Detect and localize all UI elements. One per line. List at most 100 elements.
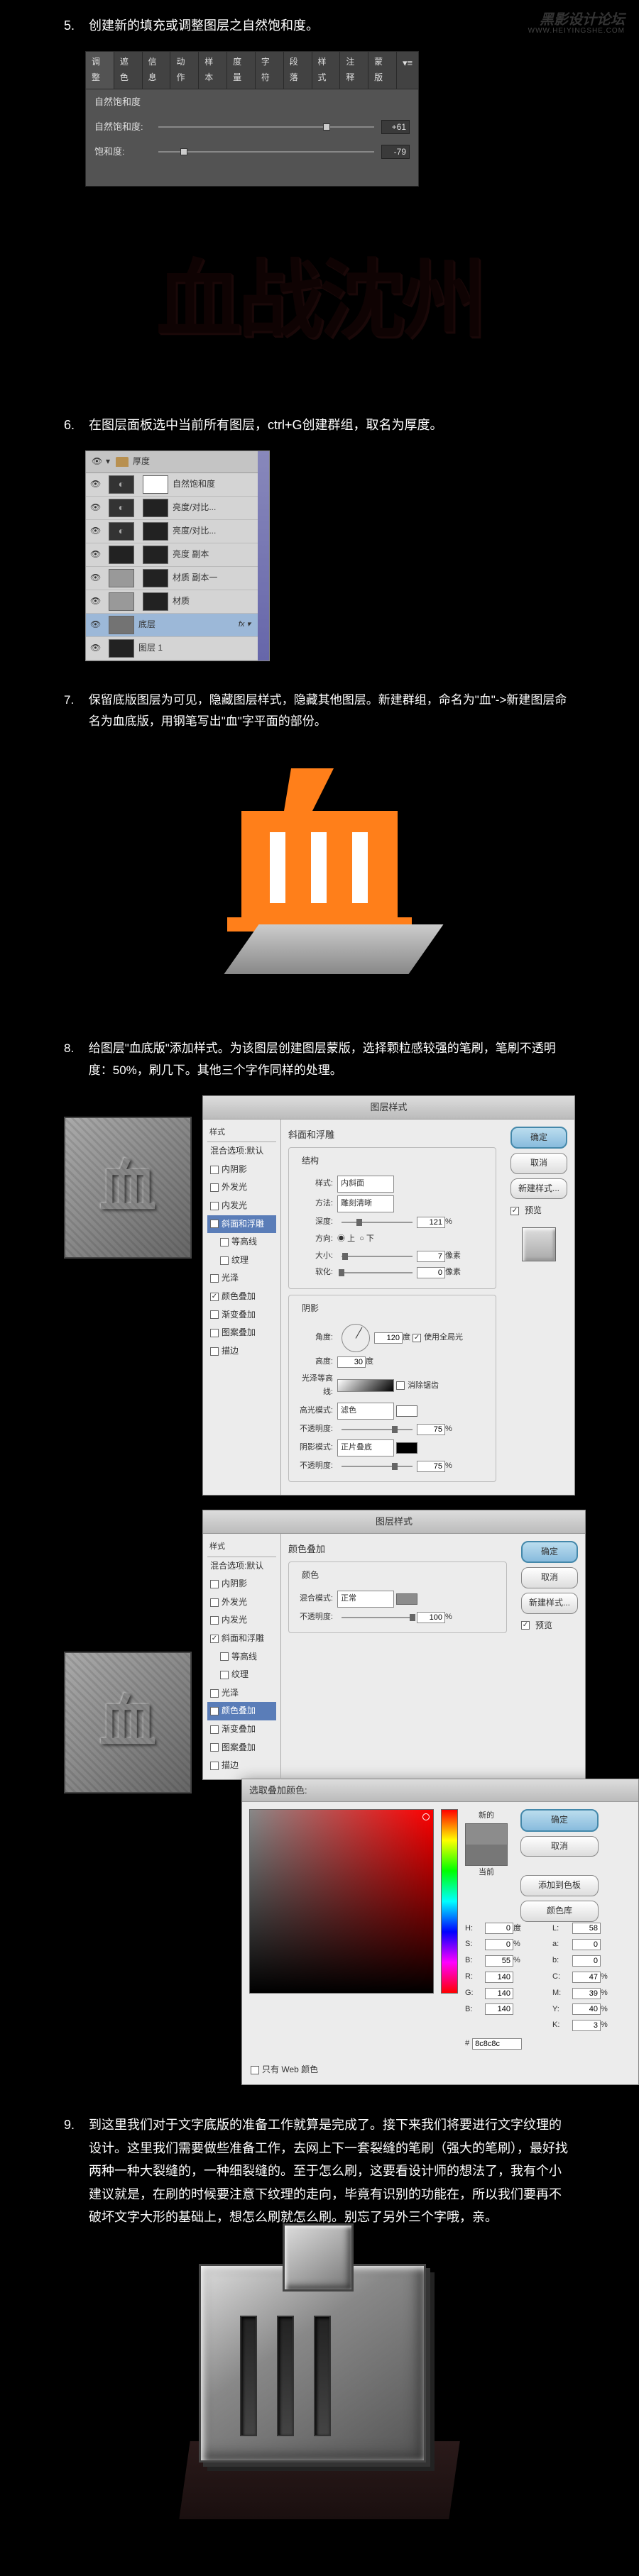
visibility-icon[interactable]: 👁 [90, 524, 104, 539]
tab-mask[interactable]: 遮色 [114, 52, 143, 88]
blend-options[interactable]: 混合选项:默认 [207, 1142, 276, 1161]
shadow-opacity-value[interactable] [417, 1461, 445, 1472]
highlight-opacity-value[interactable] [417, 1424, 445, 1435]
saturation-value[interactable] [381, 145, 410, 159]
highlight-color-chip[interactable] [396, 1405, 417, 1417]
blend-options[interactable]: 混合选项:默认 [207, 1557, 276, 1576]
overlay-color-chip[interactable] [396, 1593, 417, 1605]
opt-stroke[interactable]: 描边 [207, 1757, 276, 1775]
angle-dial[interactable] [342, 1324, 370, 1352]
tab-sample[interactable]: 样本 [199, 52, 227, 88]
altitude-value[interactable] [337, 1356, 366, 1368]
visibility-icon[interactable]: 👁 [90, 594, 104, 609]
new-style-button[interactable]: 新建样式... [521, 1593, 578, 1614]
visibility-icon[interactable]: 👁 [90, 617, 104, 633]
picker-ok-button[interactable]: 确定 [520, 1809, 599, 1832]
layer-group-row[interactable]: 👁 ▾ 厚度 [86, 451, 258, 473]
h-input[interactable] [485, 1923, 513, 1934]
c-input[interactable] [572, 1972, 601, 1983]
opt-satin[interactable]: 光泽 [207, 1269, 276, 1288]
dir-up-radio[interactable]: ◉ 上 [337, 1232, 355, 1246]
opt-color-overlay[interactable]: ✓颜色叠加 [207, 1288, 276, 1306]
tab-measure[interactable]: 度量 [227, 52, 256, 88]
soften-slider[interactable] [342, 1272, 413, 1273]
visibility-icon[interactable]: 👁 [90, 477, 104, 492]
style-select[interactable]: 内斜面 [337, 1176, 394, 1193]
vibrance-slider[interactable] [158, 126, 374, 128]
depth-value[interactable] [417, 1217, 445, 1228]
tab-actions[interactable]: 动作 [170, 52, 199, 88]
layer-row[interactable]: 👁图层 1 [86, 637, 258, 660]
ok-button[interactable]: 确定 [521, 1541, 578, 1564]
preview-checkbox[interactable]: ✓ [510, 1207, 519, 1215]
tab-char[interactable]: 字符 [256, 52, 284, 88]
opt-pattern-overlay[interactable]: 图案叠加 [207, 1324, 276, 1342]
visibility-icon[interactable]: 👁 [90, 641, 104, 656]
panel-menu-icon[interactable]: ▾≡ [397, 52, 418, 88]
opt-outer-glow[interactable]: 外发光 [207, 1178, 276, 1197]
antialias-checkbox[interactable] [396, 1381, 405, 1390]
shadow-opacity-slider[interactable] [342, 1466, 413, 1467]
tab-info[interactable]: 信息 [143, 52, 171, 88]
angle-value[interactable] [374, 1332, 403, 1344]
l-input[interactable] [572, 1923, 601, 1934]
cancel-button[interactable]: 取消 [510, 1153, 567, 1174]
global-light-checkbox[interactable]: ✓ [413, 1334, 421, 1342]
opt-texture[interactable]: 纹理 [207, 1251, 276, 1270]
opt-inner-glow[interactable]: 内发光 [207, 1611, 276, 1630]
opt-contour[interactable]: 等高线 [207, 1233, 276, 1251]
color-field[interactable] [249, 1809, 434, 1994]
layer-row[interactable]: 👁底层fx ▾ [86, 614, 258, 637]
cancel-button[interactable]: 取消 [521, 1567, 578, 1588]
ok-button[interactable]: 确定 [510, 1127, 567, 1149]
soften-value[interactable] [417, 1267, 445, 1278]
highlight-opacity-slider[interactable] [342, 1429, 413, 1430]
layer-row[interactable]: 👁亮度 副本 [86, 543, 258, 567]
b-rgb-input[interactable] [485, 2003, 513, 2015]
preview-checkbox[interactable]: ✓ [521, 1621, 530, 1630]
saturation-slider[interactable] [158, 151, 374, 153]
overlay-opacity-slider[interactable] [342, 1617, 413, 1618]
layer-row[interactable]: 👁◐亮度/对比... [86, 497, 258, 520]
shadow-mode-select[interactable]: 正片叠底 [337, 1439, 394, 1456]
vibrance-value[interactable] [381, 120, 410, 134]
opt-pattern-overlay[interactable]: 图案叠加 [207, 1739, 276, 1757]
tab-adjust[interactable]: 调整 [86, 52, 114, 88]
opt-outer-glow[interactable]: 外发光 [207, 1593, 276, 1612]
color-libraries-button[interactable]: 颜色库 [520, 1901, 599, 1922]
opt-stroke[interactable]: 描边 [207, 1342, 276, 1361]
visibility-icon[interactable]: 👁 [92, 454, 106, 470]
layer-row[interactable]: 👁◐自然饱和度 [86, 473, 258, 497]
opt-bevel[interactable]: ✓斜面和浮雕 [207, 1215, 276, 1234]
size-value[interactable] [417, 1251, 445, 1262]
a-input[interactable] [572, 1939, 601, 1950]
highlight-mode-select[interactable]: 滤色 [337, 1403, 394, 1420]
hex-input[interactable] [472, 2038, 522, 2050]
shadow-color-chip[interactable] [396, 1442, 417, 1454]
opt-contour[interactable]: 等高线 [207, 1648, 276, 1666]
add-to-swatches-button[interactable]: 添加到色板 [520, 1875, 599, 1896]
picker-cancel-button[interactable]: 取消 [520, 1836, 599, 1857]
r-input[interactable] [485, 1972, 513, 1983]
dir-down-radio[interactable]: ○ 下 [359, 1232, 374, 1246]
tab-para[interactable]: 段落 [284, 52, 312, 88]
tab-maskpanel[interactable]: 蒙版 [368, 52, 397, 88]
layer-row[interactable]: 👁材质 [86, 590, 258, 614]
y-input[interactable] [572, 2003, 601, 2015]
gloss-contour-picker[interactable] [337, 1379, 394, 1392]
visibility-icon[interactable]: 👁 [90, 547, 104, 563]
opt-inner-glow[interactable]: 内发光 [207, 1197, 276, 1215]
web-only-checkbox[interactable] [251, 2066, 259, 2074]
k-input[interactable] [572, 2020, 601, 2031]
layer-row[interactable]: 👁◐亮度/对比... [86, 520, 258, 543]
scrollbar[interactable] [258, 451, 269, 660]
b-hsb-input[interactable] [485, 1955, 513, 1967]
depth-slider[interactable] [342, 1222, 413, 1223]
opt-satin[interactable]: 光泽 [207, 1684, 276, 1703]
visibility-icon[interactable]: 👁 [90, 500, 104, 516]
opt-texture[interactable]: 纹理 [207, 1666, 276, 1684]
fx-badge[interactable]: fx ▾ [239, 618, 253, 632]
technique-select[interactable]: 雕刻清晰 [337, 1195, 394, 1212]
g-input[interactable] [485, 1988, 513, 1999]
hue-slider[interactable] [441, 1809, 458, 1994]
